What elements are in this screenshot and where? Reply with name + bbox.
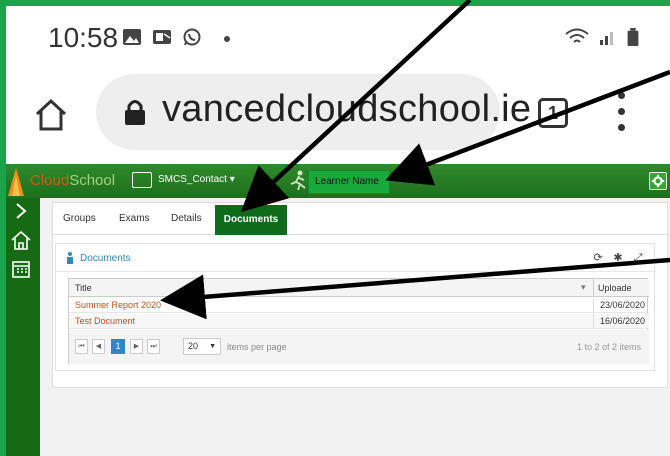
- logo-flame-icon: [8, 168, 24, 196]
- document-date: 16/06/2020: [593, 314, 649, 329]
- table-row[interactable]: Test Document 16/06/2020: [69, 314, 649, 329]
- browser-toolbar: vancedcloudschool.ie 1: [6, 64, 670, 164]
- contact-card-icon: [132, 172, 152, 188]
- prev-page-button[interactable]: ◀: [92, 339, 105, 354]
- column-menu-icon[interactable]: ▾: [581, 282, 586, 293]
- document-link[interactable]: Summer Report 2020: [75, 300, 161, 310]
- browser-menu-icon[interactable]: [618, 92, 626, 136]
- android-status-bar: 10:58: [6, 6, 670, 64]
- url-text: vancedcloudschool.ie: [162, 88, 532, 130]
- dropdown-caret-icon: ▼: [209, 343, 216, 350]
- wifi-icon: [565, 28, 589, 43]
- gallery-icon: [123, 29, 141, 45]
- last-page-button[interactable]: ⏭: [147, 339, 160, 354]
- documents-panel: Documents ⟳ ✱ ⤢ Title ▾ Uploade Summer R…: [55, 243, 656, 371]
- tab-switcher-button[interactable]: 1: [538, 98, 568, 128]
- tab-details[interactable]: Details: [171, 213, 202, 224]
- tab-exams[interactable]: Exams: [119, 213, 150, 224]
- tab-bar: Groups Exams Details Documents: [53, 203, 669, 235]
- learner-runner-icon: [290, 170, 306, 191]
- learner-card: Groups Exams Details Documents Documents…: [52, 202, 669, 388]
- home-icon[interactable]: [34, 98, 68, 132]
- first-page-button[interactable]: ⏮: [75, 339, 88, 354]
- contact-dropdown[interactable]: SMCS_Contact ▾: [158, 174, 235, 185]
- table-row[interactable]: Summer Report 2020 23/06/2020: [69, 298, 649, 313]
- next-page-button[interactable]: ▶: [130, 339, 143, 354]
- app-header: CloudSchool SMCS_Contact ▾ Learner Name: [6, 164, 670, 198]
- status-time: 10:58: [48, 22, 119, 53]
- outlook-icon: [153, 30, 171, 44]
- grid-header: Title ▾ Uploade: [69, 279, 649, 297]
- app-logo[interactable]: CloudSchool: [30, 172, 115, 189]
- document-link[interactable]: Test Document: [75, 316, 135, 326]
- refresh-icon[interactable]: ⟳: [592, 252, 604, 264]
- home-nav-icon[interactable]: [10, 230, 32, 252]
- panel-header: Documents ⟳ ✱ ⤢: [56, 244, 656, 272]
- items-per-page-label: items per page: [227, 342, 287, 352]
- tab-documents[interactable]: Documents: [215, 205, 287, 235]
- tab-groups[interactable]: Groups: [63, 213, 96, 224]
- notification-dot-icon: [224, 36, 230, 42]
- learner-name-button[interactable]: Learner Name: [308, 170, 390, 194]
- url-bar[interactable]: vancedcloudschool.ie: [96, 74, 531, 150]
- calendar-nav-icon[interactable]: [10, 258, 32, 280]
- settings-gear-icon[interactable]: [649, 172, 667, 190]
- lock-icon: [125, 100, 145, 125]
- main-content: Groups Exams Details Documents Documents…: [40, 198, 670, 456]
- column-uploaded[interactable]: Uploade: [593, 279, 649, 297]
- panel-settings-icon[interactable]: ✱: [612, 252, 624, 264]
- panel-title: Documents: [80, 253, 131, 264]
- whatsapp-icon: [183, 28, 201, 46]
- column-title[interactable]: Title: [75, 283, 92, 293]
- expand-chevron-icon[interactable]: [10, 200, 32, 222]
- pager-count: 1 to 2 of 2 items: [576, 342, 641, 352]
- person-icon: [67, 252, 73, 264]
- page-size-select[interactable]: 20 ▼: [183, 338, 221, 355]
- expand-icon[interactable]: ⤢: [632, 252, 644, 264]
- signal-icon: [600, 32, 613, 45]
- current-page[interactable]: 1: [111, 339, 125, 354]
- battery-icon: [627, 28, 639, 46]
- documents-grid: Title ▾ Uploade Summer Report 2020 23/06…: [68, 278, 649, 364]
- grid-pager: ⏮ ◀ 1 ▶ ⏭ 20 ▼ items per page 1 to 2 of 2…: [69, 330, 649, 364]
- left-sidebar: [6, 198, 40, 456]
- document-date: 23/06/2020: [593, 298, 649, 313]
